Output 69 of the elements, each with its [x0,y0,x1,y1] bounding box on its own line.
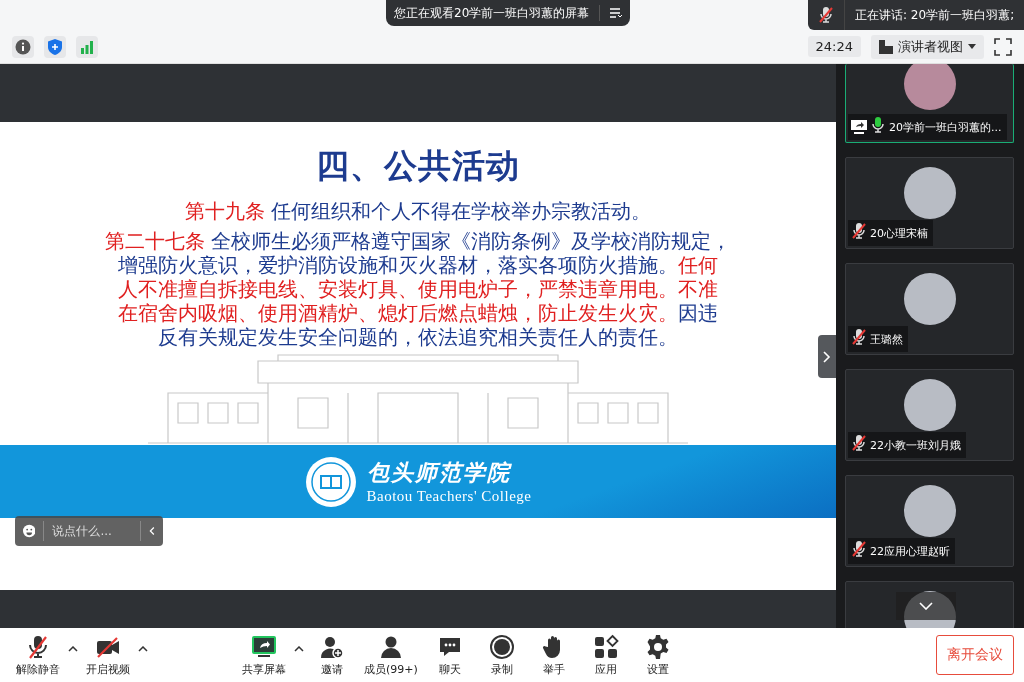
apps-grid-icon [592,633,619,660]
muted-microphone-icon [851,328,867,346]
participant-name: 王璐然 [870,331,903,347]
smiley-icon[interactable] [23,522,36,540]
college-emblem-icon [304,455,357,508]
caret-icon [294,645,304,652]
participant-tile[interactable]: 22应用心理赵昕 [845,475,1014,567]
shield-icon [48,38,62,55]
chevron-right-icon [823,350,831,363]
info-button[interactable] [12,35,34,58]
participant-name: 22应用心理赵昕 [870,543,950,559]
caret-icon [138,645,148,652]
participant-tile[interactable]: 20学前一班白羽蕙的... [845,64,1014,143]
participant-name: 20学前一班白羽蕙的... [889,119,1002,135]
chevron-down-icon [919,602,933,610]
dropdown-caret-icon [968,44,976,49]
meeting-timer: 24:24 [807,36,861,57]
fullscreen-icon[interactable] [994,37,1012,56]
toolbar-button[interactable]: 解除静音 [10,633,66,677]
muted-microphone-icon [851,434,867,452]
avatar-placeholder [903,167,956,219]
view-mode-dropdown[interactable]: 演讲者视图 [871,34,984,59]
caret-icon [68,645,78,652]
info-icon [15,38,31,55]
signal-strength-button[interactable] [76,35,98,58]
slide-text-line: 第十九条 任何组织和个人不得在学校举办宗教活动。 [184,199,652,223]
toolbar-button[interactable]: 设置 [631,633,684,677]
slide-text-line: 增强防火意识，爱护消防设施和灭火器材，落实各项防火措施。任何 [118,253,718,277]
avatar-placeholder [903,485,956,537]
collapse-chevron-icon[interactable] [149,525,155,537]
participant-name: 20心理宋楠 [870,225,928,241]
viewing-banner-text: 您正在观看20学前一班白羽蕙的屏幕 [394,4,590,22]
toolbar-button[interactable]: 录制 [475,633,528,677]
participant-tile[interactable]: 王璐然 [845,263,1014,355]
slide-text-line: 在宿舍内吸烟、使用酒精炉、熄灯后燃点蜡烛，防止发生火灾。因违 [118,301,718,325]
toolbar-button[interactable]: 邀请 [306,633,358,677]
slide-title: 四、公共活动 [316,145,520,187]
avatar-placeholder [903,379,956,431]
list-menu-icon[interactable] [610,8,623,18]
participant-name: 22小教一班刘月娥 [870,437,961,453]
slide-text-line: 人不准擅自拆接电线、安装灯具、使用电炉子，严禁违章用电。不准 [118,277,718,301]
speaking-banner-text: 正在讲话: 20学前一班白羽蕙; [855,6,1015,24]
toolbar-button[interactable]: 成员(99+) [358,633,424,677]
toolbar-button[interactable]: 共享屏幕 [236,633,292,677]
share-screen-icon [251,633,277,660]
record-icon [488,633,515,660]
chat-input-field[interactable]: 说点什么... [43,521,142,541]
muted-microphone-icon [818,6,834,24]
avatar-placeholder [903,273,956,325]
participant-tile[interactable]: 20心理宋楠 [845,157,1014,249]
college-english-name: Baotou Teachers' College [366,488,532,505]
leave-meeting-button[interactable]: 离开会议 [936,635,1014,675]
avatar-placeholder [903,64,956,110]
toolbar-button[interactable]: 举手 [527,633,580,677]
layout-icon [879,39,893,54]
muted-microphone-icon [851,540,867,558]
slide-text-line: 反有关规定发生安全问题的，依法追究相关责任人的责任。 [158,325,678,349]
participant-tile[interactable]: 22小教一班刘月娥 [845,369,1014,461]
muted-microphone-icon [851,222,867,240]
toolbar-button[interactable]: 开启视频 [80,633,136,677]
toolbar-button[interactable]: 应用 [579,633,632,677]
microphone-icon [870,116,886,134]
scroll-down-button[interactable] [896,592,956,620]
signal-bars-icon [80,39,94,54]
security-shield-button[interactable] [44,35,66,58]
toolbar-button[interactable]: 聊天 [423,633,476,677]
panel-toggle-button[interactable] [818,335,836,378]
college-name: 包头师范学院 [366,458,513,487]
slide-text-line: 第二十七条 全校师生必须严格遵守国家《消防条例》及学校消防规定， [104,229,732,253]
